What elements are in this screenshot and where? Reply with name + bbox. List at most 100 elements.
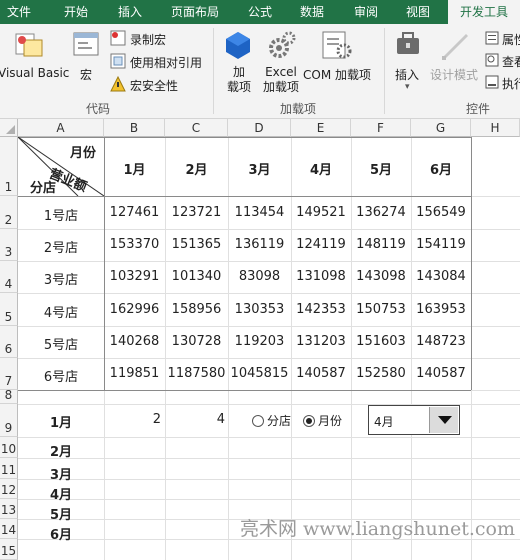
row-header-8[interactable]: 8 [0, 388, 18, 404]
column-header-c[interactable]: C [165, 119, 228, 137]
table-cell[interactable]: 163953 [411, 302, 471, 317]
tab-formulas[interactable]: 公式 [238, 0, 282, 24]
cell-c9[interactable]: 4 [165, 412, 225, 427]
tab-data[interactable]: 数据 [290, 0, 334, 24]
excel-addins-gear-icon[interactable] [267, 30, 297, 60]
row-header-1[interactable]: 1 [0, 137, 18, 196]
table-cell[interactable]: 130353 [228, 302, 291, 317]
table-cell[interactable]: 136274 [351, 205, 411, 220]
visual-basic-button[interactable]: Visual Basic [0, 66, 69, 80]
table-row-store[interactable]: 4号店 [18, 302, 104, 321]
list-item[interactable]: 1月 [18, 412, 104, 431]
table-cell[interactable]: 123721 [165, 205, 228, 220]
tab-page-layout[interactable]: 页面布局 [162, 0, 228, 24]
tab-developer[interactable]: 开发工具 [448, 0, 520, 25]
run-dialog-button[interactable]: 执行 [502, 75, 520, 92]
table-cell[interactable]: 140587 [291, 366, 351, 381]
radio-store-dot[interactable] [252, 414, 264, 427]
table-cell[interactable]: 113454 [228, 205, 291, 220]
row-header-3[interactable]: 3 [0, 229, 18, 261]
macros-icon[interactable] [72, 30, 102, 58]
tab-home[interactable]: 开始 [54, 0, 98, 24]
row-header-9[interactable]: 9 [0, 404, 18, 437]
worksheet-grid[interactable]: A B C D E F G H 1 2 3 4 5 6 7 8 9 10 11 … [0, 119, 520, 560]
insert-controls-icon[interactable] [394, 30, 422, 58]
table-cell[interactable]: 143098 [351, 269, 411, 284]
row-header-10[interactable]: 10 [0, 437, 18, 458]
design-mode-button[interactable]: 设计模式 [430, 66, 478, 83]
table-cell[interactable]: 101340 [165, 269, 228, 284]
table-cell[interactable]: 130728 [165, 334, 228, 349]
insert-controls-button[interactable]: 插入 [395, 66, 419, 83]
table-cell[interactable]: 119851 [104, 366, 165, 381]
table-cell[interactable]: 103291 [104, 269, 165, 284]
row-header-2[interactable]: 2 [0, 196, 18, 229]
table-cell[interactable]: 1045815 [228, 366, 291, 381]
table-cell[interactable]: 143084 [411, 269, 471, 284]
select-all-corner[interactable] [0, 119, 18, 137]
macro-security-button[interactable]: 宏安全性 [130, 77, 178, 94]
table-cell[interactable]: 1187580 [165, 366, 228, 381]
table-cell[interactable]: 142353 [291, 302, 351, 317]
table-cell[interactable]: 148723 [411, 334, 471, 349]
table-cell[interactable]: 127461 [104, 205, 165, 220]
table-row-store[interactable]: 2号店 [18, 237, 104, 256]
table-cell[interactable]: 153370 [104, 237, 165, 252]
table-cell[interactable]: 156549 [411, 205, 471, 220]
com-addins-button[interactable]: COM 加载项 [303, 66, 371, 83]
addins-icon[interactable] [224, 30, 252, 60]
column-header-h[interactable]: H [471, 119, 520, 137]
cell-b9[interactable]: 2 [104, 412, 161, 427]
row-header-5[interactable]: 5 [0, 293, 18, 326]
tab-view[interactable]: 视图 [396, 0, 440, 24]
table-cell[interactable]: 136119 [228, 237, 291, 252]
table-cell[interactable]: 162996 [104, 302, 165, 317]
table-cell[interactable]: 151603 [351, 334, 411, 349]
addins-button[interactable]: 加 载项 [222, 65, 256, 95]
radio-month[interactable]: 月份 [303, 412, 342, 429]
tab-review[interactable]: 审阅 [344, 0, 388, 24]
column-header-g[interactable]: G [411, 119, 471, 137]
macros-button[interactable]: 宏 [80, 66, 92, 83]
list-item[interactable]: 3月 [18, 464, 104, 483]
table-cell[interactable]: 83098 [228, 269, 291, 284]
radio-store[interactable]: 分店 [252, 412, 291, 429]
table-cell[interactable]: 152580 [351, 366, 411, 381]
table-cell[interactable]: 124119 [291, 237, 351, 252]
radio-month-dot[interactable] [303, 414, 315, 427]
com-addins-icon[interactable] [321, 30, 353, 60]
table-cell[interactable]: 140587 [411, 366, 471, 381]
use-relative-reference-button[interactable]: 使用相对引用 [130, 54, 202, 71]
column-header-e[interactable]: E [291, 119, 351, 137]
month-combo-box[interactable]: 4月 [368, 405, 460, 435]
column-header-f[interactable]: F [351, 119, 411, 137]
list-item[interactable]: 2月 [18, 441, 104, 460]
view-code-button[interactable]: 查看 [502, 53, 520, 70]
row-header-13[interactable]: 13 [0, 499, 18, 519]
row-header-12[interactable]: 12 [0, 479, 18, 499]
table-cell[interactable]: 158956 [165, 302, 228, 317]
row-header-14[interactable]: 14 [0, 519, 18, 539]
table-cell[interactable]: 154119 [411, 237, 471, 252]
table-cell[interactable]: 149521 [291, 205, 351, 220]
excel-addins-button[interactable]: Excel 加载项 [258, 65, 304, 95]
table-cell[interactable]: 131098 [291, 269, 351, 284]
tab-insert[interactable]: 插入 [108, 0, 152, 24]
row-header-15[interactable]: 15 [0, 539, 18, 560]
table-cell[interactable]: 131203 [291, 334, 351, 349]
row-header-4[interactable]: 4 [0, 261, 18, 293]
row-header-11[interactable]: 11 [0, 458, 18, 479]
properties-button[interactable]: 属性 [502, 31, 520, 48]
chevron-down-icon[interactable] [429, 407, 458, 433]
table-cell[interactable]: 150753 [351, 302, 411, 317]
table-cell[interactable]: 119203 [228, 334, 291, 349]
list-item[interactable]: 4月 [18, 484, 104, 503]
table-row-store[interactable]: 6号店 [18, 366, 104, 385]
column-header-a[interactable]: A [18, 119, 104, 137]
row-header-6[interactable]: 6 [0, 326, 18, 358]
column-header-b[interactable]: B [104, 119, 165, 137]
record-macro-button[interactable]: 录制宏 [130, 31, 166, 48]
table-cell[interactable]: 148119 [351, 237, 411, 252]
design-mode-icon[interactable] [440, 30, 470, 60]
table-cell[interactable]: 140268 [104, 334, 165, 349]
